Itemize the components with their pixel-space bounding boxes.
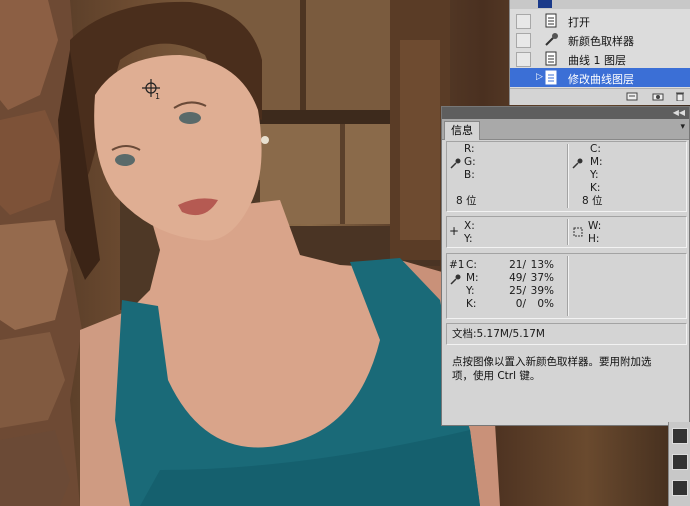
rgb-r-label: R: <box>464 143 475 155</box>
hint-text-line-1: 点按图像以置入新颜色取样器。要用附加选 <box>452 356 652 368</box>
panel-menu-icon[interactable]: ▾ <box>680 122 685 132</box>
history-item-label: 打开 <box>568 16 590 29</box>
camera-snapshot-icon[interactable] <box>652 92 664 101</box>
history-source-checkbox[interactable] <box>516 52 531 67</box>
document-icon <box>545 51 557 66</box>
history-item-label: 曲线 1 图层 <box>568 54 626 67</box>
w-label: W: <box>588 220 602 232</box>
history-item-color-sampler[interactable]: 新颜色取样器 <box>510 30 690 49</box>
document-size: 文档:5.17M/5.17M <box>452 328 545 340</box>
history-panel: 打开 新颜色取样器 曲线 1 图层 ▷ 修改曲线图层 <box>509 0 690 105</box>
sampler-value-before: 21/ <box>509 259 526 271</box>
history-source-checkbox[interactable] <box>516 33 531 48</box>
sampler-value-before: 49/ <box>509 272 526 284</box>
history-item-label: 新颜色取样器 <box>568 35 634 48</box>
snapshot-thumbnail[interactable] <box>538 0 552 8</box>
eyedropper-icon[interactable] <box>572 157 584 169</box>
color-sampler-icon <box>545 33 558 46</box>
hint-text-line-2: 项，使用 Ctrl 键。 <box>452 370 541 382</box>
sampler-value-after: 39% <box>530 285 554 297</box>
collapse-panel-icon[interactable]: ◀◀ <box>673 107 685 119</box>
cmyk-y-label: Y: <box>590 169 599 181</box>
info-panel-titlebar[interactable]: ◀◀ <box>442 107 689 119</box>
sampler-channel: Y: <box>466 285 475 297</box>
layer-visibility-icon[interactable] <box>672 454 688 470</box>
sampler-id: #1 <box>449 259 465 271</box>
history-source-checkbox[interactable] <box>516 71 531 86</box>
color-readout-box <box>446 141 687 212</box>
divider <box>567 256 569 316</box>
eyedropper-icon[interactable] <box>450 157 462 169</box>
sampler-readout-box <box>446 253 687 319</box>
history-item-modify-curves[interactable]: ▷ 修改曲线图层 <box>510 68 690 87</box>
sampler-value-before: 25/ <box>509 285 526 297</box>
rgb-b-label: B: <box>464 169 475 181</box>
history-item-open[interactable]: 打开 <box>510 11 690 30</box>
cmyk-c-label: C: <box>590 143 601 155</box>
sampler-channel: C: <box>466 259 477 271</box>
h-label: H: <box>588 233 600 245</box>
divider <box>567 144 569 208</box>
sampler-channel: M: <box>466 272 479 284</box>
crosshair-icon: + <box>449 224 460 238</box>
layer-visibility-icon[interactable] <box>672 480 688 496</box>
document-icon <box>545 13 557 28</box>
sampler-channel: K: <box>466 298 477 310</box>
sampler-value-after: 0% <box>537 298 554 310</box>
history-state-arrow-icon: ▷ <box>536 72 543 82</box>
sampler-value-after: 13% <box>530 259 554 271</box>
trash-icon[interactable] <box>674 92 686 101</box>
eyedropper-icon[interactable] <box>450 273 462 285</box>
cmyk-k-label: K: <box>590 182 601 194</box>
history-top-strip <box>510 0 690 9</box>
new-document-from-state-icon[interactable] <box>626 92 638 101</box>
history-footer <box>510 88 690 105</box>
info-panel: ◀◀ 信息 ▾ R: G: B: 8 位 C: M: Y: K: 8 位 + X… <box>441 106 690 426</box>
sampler-value-after: 37% <box>530 272 554 284</box>
rgb-g-label: G: <box>464 156 476 168</box>
document-icon <box>545 70 557 85</box>
divider <box>567 219 569 245</box>
info-panel-tabbar: 信息 ▾ <box>442 119 689 140</box>
tab-info[interactable]: 信息 <box>444 121 480 140</box>
x-label: X: <box>464 220 475 232</box>
rgb-bit-depth: 8 位 <box>456 195 477 207</box>
history-item-curves-layer[interactable]: 曲线 1 图层 <box>510 49 690 68</box>
selection-size-icon <box>573 227 583 237</box>
layers-panel-edge <box>668 422 690 506</box>
y-label: Y: <box>464 233 473 245</box>
history-source-checkbox[interactable] <box>516 14 531 29</box>
cmyk-bit-depth: 8 位 <box>582 195 603 207</box>
position-readout-box <box>446 216 687 248</box>
layer-visibility-icon[interactable] <box>672 428 688 444</box>
color-sampler-number: 1 <box>155 92 161 101</box>
sampler-value-before: 0/ <box>515 298 526 310</box>
cmyk-m-label: M: <box>590 156 603 168</box>
history-item-label: 修改曲线图层 <box>568 73 634 86</box>
